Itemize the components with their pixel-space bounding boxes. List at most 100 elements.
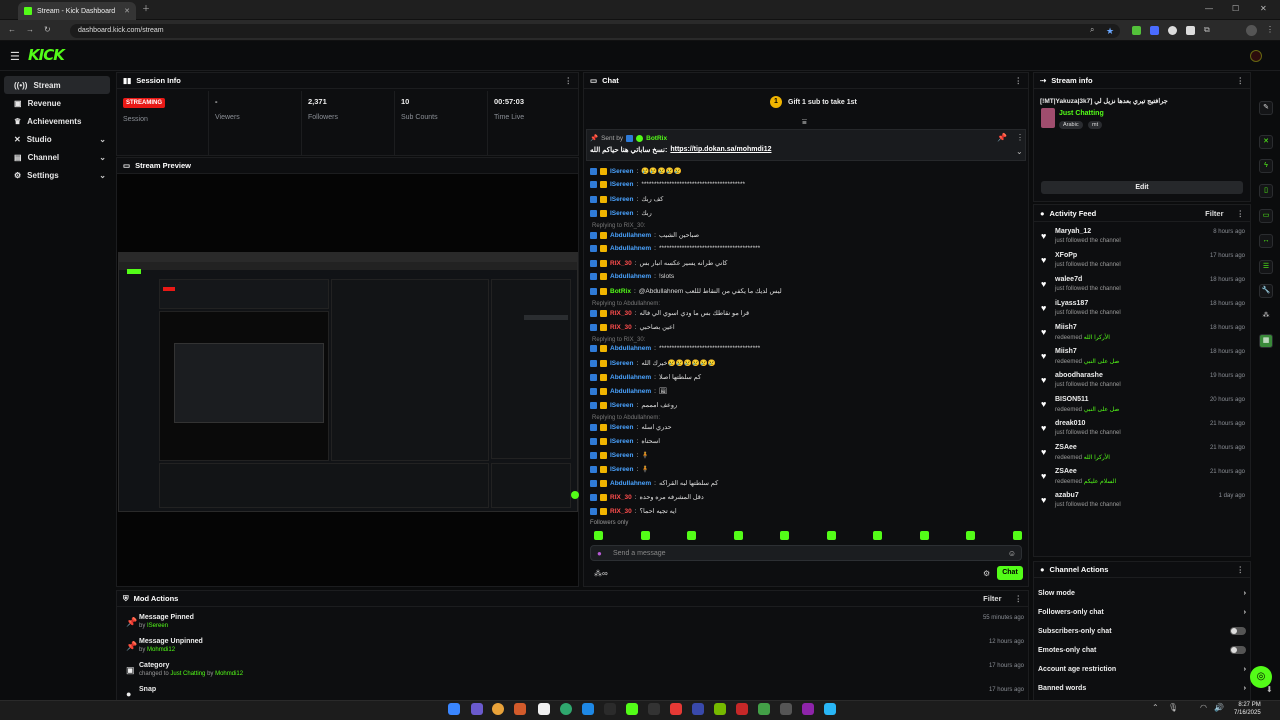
chat-username[interactable]: RIX_30 — [610, 494, 632, 501]
start-icon[interactable] — [448, 703, 460, 715]
chat-message[interactable]: Abdullahnem: صباحين الشيب — [590, 231, 699, 239]
activity-filter-button[interactable]: Filter — [1205, 209, 1223, 218]
emote-button[interactable] — [966, 531, 975, 540]
chat-username[interactable]: RIX_30 — [610, 260, 632, 267]
sidebar-item-stream[interactable]: ((•)) Stream — [4, 76, 110, 94]
chat-username[interactable]: Abdullahnem — [610, 232, 651, 239]
chat-message[interactable]: RIX_30: اعين بصاحبي — [590, 323, 675, 331]
app-taskbar-icon[interactable] — [670, 703, 682, 715]
pinned-user[interactable]: BotRix — [646, 135, 667, 142]
activity-user[interactable]: ZSAee — [1055, 468, 1077, 475]
lightning-tool-icon[interactable]: ϟ — [1259, 159, 1273, 173]
chat-message[interactable]: ISereen: كف ربك — [590, 195, 663, 203]
app-taskbar-icon[interactable] — [758, 703, 770, 715]
chat-message[interactable]: ISereen: ربك — [590, 209, 652, 217]
category-link[interactable]: Just Chatting — [1059, 110, 1104, 117]
chat-username[interactable]: ISereen — [610, 210, 634, 217]
chat-message[interactable]: ISereen: 😢😢😢😢😢 — [590, 167, 682, 175]
chat-username[interactable]: Abdullahnem — [610, 345, 651, 352]
chat-tool-icon[interactable]: ▭ — [1259, 209, 1273, 223]
activity-user[interactable]: BISON511 — [1055, 396, 1088, 403]
chat-username[interactable]: Abdullahnem — [610, 374, 651, 381]
app-taskbar-icon[interactable] — [626, 703, 638, 715]
chat-message[interactable]: BotRix: @Abdullahnem ليس لديك ما يكفي من … — [590, 287, 782, 295]
activity-user[interactable]: Miish7 — [1055, 324, 1077, 331]
close-tab-icon[interactable]: ✕ — [124, 7, 130, 15]
chat-message[interactable]: Abdullahnem: كم سلطتها اصلا — [590, 373, 701, 381]
chat-username[interactable]: RIX_30 — [610, 324, 632, 331]
sidebar-item-revenue[interactable]: ▣ Revenue — [4, 94, 110, 112]
close-x-tool-icon[interactable]: ✕ — [1259, 135, 1273, 149]
avatar[interactable] — [1250, 50, 1262, 62]
mod-action-user[interactable]: Mohmdi12 — [147, 647, 175, 653]
mod-action-item[interactable]: 📌 Message Unpinned by Mohmdi12 12 hours ago — [124, 637, 1024, 661]
app-taskbar-icon[interactable] — [824, 703, 836, 715]
gift-banner[interactable]: Gift 1 sub to take 1st — [788, 99, 857, 106]
activity-user[interactable]: aboodharashe — [1055, 372, 1103, 379]
app-taskbar-icon[interactable] — [471, 703, 483, 715]
browser-tab[interactable]: Stream - Kick Dashboard ✕ — [18, 2, 136, 20]
channel-action-item[interactable]: Banned words › — [1038, 679, 1246, 697]
sidebar-item-settings[interactable]: ⚙ Settings ⌄ — [4, 166, 110, 184]
kick-logo[interactable]: KICK — [28, 46, 65, 64]
close-window-icon[interactable]: ✕ — [1260, 5, 1267, 13]
chat-username[interactable]: ISereen — [610, 360, 634, 367]
scroll-down-icon[interactable]: ⬇ — [1266, 686, 1273, 694]
back-icon[interactable]: ← — [8, 26, 16, 34]
chat-message[interactable]: RIX_30: قرا مو نقاطك بس ما ودي اسوي الي ف… — [590, 309, 749, 317]
nvidia-taskbar-icon[interactable] — [714, 703, 726, 715]
infinity-points-icon[interactable]: ⁂∞ — [594, 569, 608, 578]
activity-item[interactable]: ♥ aboodharashe just followed the channel 19… — [1040, 371, 1245, 395]
minimize-icon[interactable]: — — [1205, 5, 1213, 13]
activity-item[interactable]: ♥ azabu7 just followed the channel 1 day ag… — [1040, 491, 1245, 515]
clock[interactable]: 8:27 PM 7/16/2025 — [1234, 701, 1261, 717]
activity-item[interactable]: ♥ Miish7 redeemed صل على النبي 18 hours ago — [1040, 347, 1245, 371]
emote-button[interactable] — [780, 531, 789, 540]
emoji-icon[interactable]: ☺ — [1008, 549, 1016, 558]
activity-user[interactable]: walee7d — [1055, 276, 1082, 283]
chat-message[interactable]: Abdullahnem: 🖼 — [590, 387, 667, 395]
sidebar-item-achievements[interactable]: ♛ Achievements — [4, 112, 110, 130]
edge-taskbar-icon[interactable] — [560, 703, 572, 715]
chevron-down-icon[interactable]: ⌄ — [1016, 148, 1023, 156]
emote-button[interactable] — [687, 531, 696, 540]
mod-action-item[interactable]: ▣ Category changed to Just Chatting by Moh… — [124, 661, 1024, 685]
reload-icon[interactable]: ↻ — [44, 26, 51, 34]
activity-item[interactable]: ♥ ZSAee redeemed الأركرا الله 21 hours ago — [1040, 443, 1245, 467]
app-taskbar-icon[interactable] — [538, 703, 550, 715]
chat-message[interactable]: ISereen: حدري اسله — [590, 423, 672, 431]
emote-button[interactable] — [594, 531, 603, 540]
sidebar-item-studio[interactable]: ✕ Studio ⌄ — [4, 130, 110, 148]
app-tool-icon[interactable]: ▦ — [1259, 334, 1273, 348]
activity-item[interactable]: ♥ ZSAee redeemed السلام عليكم 21 hours ago — [1040, 467, 1245, 491]
chat-username[interactable]: RIX_30 — [610, 508, 632, 515]
chat-username[interactable]: ISereen — [610, 196, 634, 203]
chat-username[interactable]: Abdullahnem — [610, 480, 651, 487]
share-tool-icon[interactable]: ⁂ — [1259, 310, 1273, 324]
app-taskbar-icon[interactable] — [514, 703, 526, 715]
emote-button[interactable] — [826, 531, 836, 540]
activity-user[interactable]: ZSAee — [1055, 444, 1077, 451]
extension-icon[interactable] — [1132, 26, 1141, 35]
app-taskbar-icon[interactable] — [692, 703, 704, 715]
chat-username[interactable]: ISereen — [610, 438, 634, 445]
channel-action-item[interactable]: Slow mode › — [1038, 584, 1246, 602]
chat-username[interactable]: ISereen — [610, 466, 634, 473]
activity-user[interactable]: iLyass187 — [1055, 300, 1088, 307]
extension-icon[interactable] — [1186, 26, 1195, 35]
chat-message[interactable]: Abdullahnem: !slots — [590, 273, 674, 280]
mod-action-item[interactable]: 📌 Message Pinned by ISereen 55 minutes ago — [124, 613, 1024, 637]
chat-message[interactable]: RIX_30: ايه تجيه احما؟ — [590, 507, 677, 515]
hamburger-menu-icon[interactable]: ☰ — [10, 50, 20, 63]
chat-message[interactable]: RIX_30: دقل المشرفه مره وحده — [590, 493, 704, 501]
channel-action-item[interactable]: Subscribers-only chat — [1038, 622, 1246, 640]
more-options-icon[interactable]: ⋮ — [1237, 209, 1245, 218]
chat-message[interactable]: Abdullahnem: كم سلطتها لبه القراكه — [590, 479, 718, 487]
chat-username[interactable]: Abdullahnem — [610, 273, 651, 280]
extension-icon[interactable] — [1150, 26, 1159, 35]
chat-username[interactable]: ISereen — [610, 452, 634, 459]
wrench-tool-icon[interactable]: 🔧 — [1259, 284, 1273, 298]
edit-pencil-icon[interactable]: ✎ — [1259, 101, 1273, 115]
chat-message[interactable]: ISereen: خيرك الله😢😢😢😢😢😢 — [590, 359, 716, 367]
activity-user[interactable]: Miish7 — [1055, 348, 1077, 355]
